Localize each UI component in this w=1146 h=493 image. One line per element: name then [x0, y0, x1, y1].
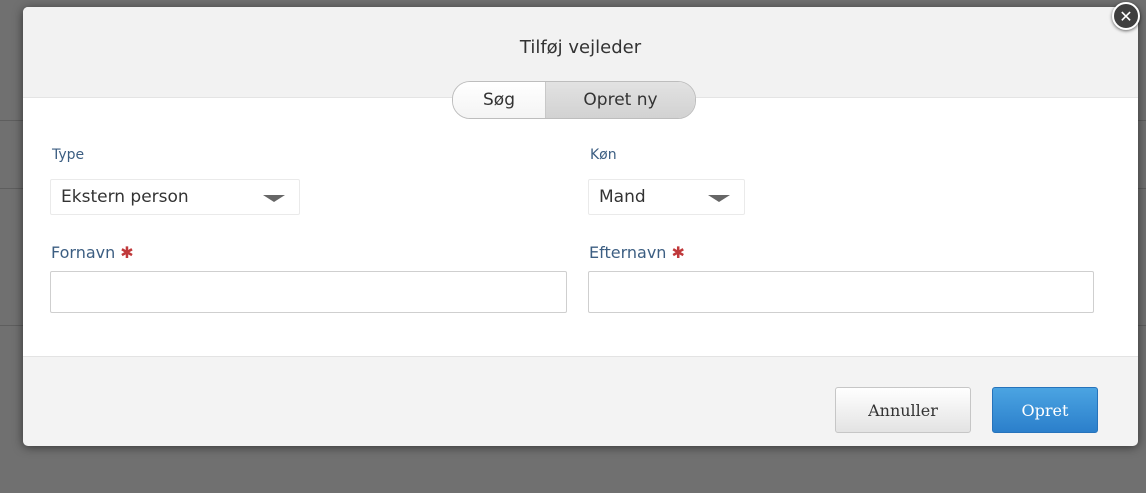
first-name-label-text: Fornavn: [51, 243, 116, 262]
dialog-footer: Annuller Opret: [23, 356, 1138, 446]
background-divider: [0, 188, 23, 189]
last-name-label: Efternavn ✱: [589, 243, 685, 262]
first-name-label: Fornavn ✱: [51, 243, 134, 262]
type-label: Type: [52, 147, 85, 163]
tab-create-new[interactable]: Opret ny: [546, 82, 695, 118]
background-divider: [1138, 325, 1146, 326]
mode-toggle: Søg Opret ny: [452, 81, 696, 119]
add-supervisor-dialog: Tilføj vejleder Søg Opret ny Type Ekster…: [23, 7, 1138, 446]
background-divider: [0, 120, 23, 121]
background-divider: [0, 325, 23, 326]
close-icon[interactable]: ✕: [1112, 2, 1140, 30]
chevron-down-icon: [708, 195, 730, 202]
type-select[interactable]: Ekstern person: [50, 179, 300, 215]
tab-search[interactable]: Søg: [453, 82, 546, 118]
background-divider: [1138, 120, 1146, 121]
cancel-button[interactable]: Annuller: [835, 387, 971, 433]
type-select-value: Ekstern person: [61, 187, 189, 207]
chevron-down-icon: [263, 195, 285, 202]
last-name-label-text: Efternavn: [589, 243, 667, 262]
gender-label: Køn: [590, 147, 617, 163]
required-icon: ✱: [671, 243, 685, 262]
gender-select[interactable]: Mand: [588, 179, 745, 215]
gender-select-value: Mand: [599, 187, 646, 207]
create-button[interactable]: Opret: [992, 387, 1098, 433]
background-divider: [1138, 188, 1146, 189]
required-icon: ✱: [120, 243, 134, 262]
first-name-input[interactable]: [50, 271, 567, 313]
last-name-input[interactable]: [588, 271, 1094, 313]
dialog-title: Tilføj vejleder: [519, 37, 642, 58]
